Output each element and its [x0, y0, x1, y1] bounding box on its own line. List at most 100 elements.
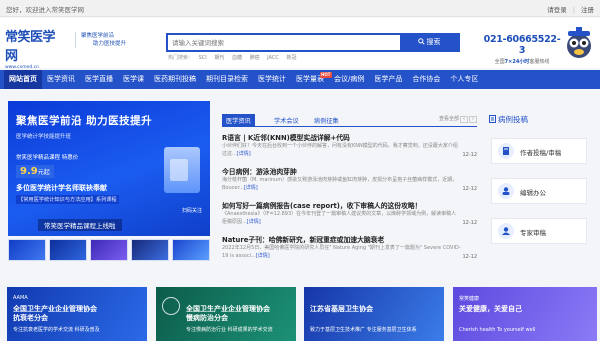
banner-thumbnail[interactable] [49, 239, 87, 261]
top-bar: 您好，欢迎进入常笑医学网 请登录 | 注册 [0, 0, 600, 17]
banner-illustration-detail [170, 159, 188, 181]
hot-term[interactable]: 期刊 [214, 55, 224, 61]
detail-link[interactable]: [详情] [247, 219, 261, 225]
hot-search: 热门搜索： SCI 期刊 血糖 肺癌 JACC 新冠 [168, 54, 302, 61]
banner-line-3: 多位医学统计学名师联袂奉献 [16, 184, 107, 192]
banner-line-4: 【常用医学统计知识与方法应用】系列课程 [16, 195, 119, 204]
hot-search-label: 热门搜索： [168, 55, 194, 61]
news-item[interactable]: R语言 | K近邻(KNN)模型实战详解+代码 小伙伴们好！今天在后台收到一个小… [222, 132, 477, 158]
nav-item-news[interactable]: 医学资讯 [42, 70, 80, 89]
next-arrow-icon[interactable]: › [469, 116, 477, 123]
hot-term[interactable]: 新冠 [286, 55, 296, 61]
news-date: 12-12 [462, 152, 477, 158]
nav-item-statistics[interactable]: 医学统计 [253, 70, 291, 89]
editor-icon [498, 183, 514, 199]
mascot-icon [567, 27, 591, 58]
news-title[interactable]: 如何写好一篇病例报告(case report)，收下审稿人的这份攻略！ [222, 200, 477, 210]
phone-number: 021-60665522-3 [483, 34, 561, 56]
panel-heading: 病例投稿 [489, 114, 528, 125]
association-banner-jiangsu[interactable]: 江苏省基层卫生协会 致力于基层卫生技术推广 专注服务基层卫生体系 [304, 287, 444, 341]
nav-item-associations[interactable]: 合作协会 [407, 70, 445, 89]
hot-term[interactable]: 血糖 [232, 55, 242, 61]
detail-link[interactable]: [详情] [256, 253, 270, 259]
association-banner-chronic-disease[interactable]: 全国卫生产业企业管理协会 慢病防治分会 专注慢病防治行业 科研成果的学术交流 [156, 287, 296, 341]
slogan: 聚焦医学前沿 助力医技提升 [75, 32, 137, 48]
news-title[interactable]: R语言 | K近邻(KNN)模型实战详解+代码 [222, 132, 477, 142]
card-label: 专家审稿 [520, 229, 546, 237]
search-input[interactable] [168, 35, 398, 50]
author-submission-card[interactable]: 作者投稿/审稿 [491, 138, 587, 164]
hot-term[interactable]: 肺癌 [250, 55, 260, 61]
tab-conferences[interactable]: 学术会议 [270, 114, 303, 127]
news-title[interactable]: Nature子刊：哈佛新研究，新冠重症或加速大脑衰老 [222, 234, 477, 244]
news-tabs: 医学资讯 学术会议 病例征集 查看全部 ‹ › [222, 113, 477, 127]
news-item[interactable]: 如何写好一篇病例报告(case report)，收下审稿人的这份攻略！ 《Ana… [222, 200, 477, 226]
main-content: 聚焦医学前沿 助力医技提升 医学统计学技能提升班 常笑医学精品课程 特惠价 9.… [5, 98, 595, 281]
nav-item-conferences[interactable]: 会议/病例 [329, 70, 369, 89]
banner-title: 全国卫生产业企业管理协会 慢病防治分会 [186, 305, 270, 322]
banner-subtitle: 专注慢病防治行业 科研成果的学术交流 [186, 327, 273, 333]
author-icon [498, 143, 514, 159]
slogan-line-1: 聚焦医学前沿 [81, 33, 115, 39]
nav-item-journal-search[interactable]: 期刊目录检索 [201, 70, 253, 89]
hot-term[interactable]: JACC [267, 55, 279, 61]
tab-case-collection[interactable]: 病例征集 [310, 114, 343, 127]
editor-office-card[interactable]: 编辑办公 [491, 178, 587, 204]
promo-banner[interactable]: 聚焦医学前沿 助力医技提升 医学统计学技能提升班 常笑医学精品课程 特惠价 9.… [8, 101, 210, 236]
banner-cta: 常笑医学精品课程 特惠价 [16, 155, 79, 161]
banner-subtitle: Cherish health To yourself well [459, 327, 536, 333]
nav-item-live[interactable]: 医学直播 [80, 70, 118, 89]
news-item[interactable]: Nature子刊：哈佛新研究，新冠重症或加速大脑衰老 2022年12月5日，美国… [222, 234, 477, 260]
banner-mark: AAMA [13, 295, 28, 301]
nav-item-scales[interactable]: 医学量表 HOT [291, 70, 332, 89]
logo-text: 常笑医学网 [5, 30, 56, 64]
association-banner-anti-aging[interactable]: AAMA 全国卫生产业企业管理协会 抗衰老分会 专注抗衰老医学的学术交流 科研及普… [7, 287, 147, 341]
health-banner[interactable]: 常笑健康 关爱健康，关爱自己 Cherish health To yoursel… [453, 287, 597, 341]
welcome-text: 您好，欢迎进入常笑医学网 [6, 6, 84, 14]
slogan-line-2: 助力医技提升 [93, 41, 127, 47]
detail-link[interactable]: [详情] [244, 185, 258, 191]
banner-title: 聚焦医学前沿 助力医技提升 [11, 109, 153, 129]
banner-thumbnail[interactable] [172, 239, 210, 261]
news-panel: 医学资讯 学术会议 病例征集 查看全部 ‹ › R语言 | K近邻(KNN)模型实战… [218, 101, 478, 276]
news-title[interactable]: 今日病例：游泳池肉芽肿 [222, 166, 477, 176]
expert-icon [498, 223, 514, 239]
banner-title: 江苏省基层卫生协会 [310, 305, 373, 313]
nav-item-products[interactable]: 医学产品 [369, 70, 407, 89]
account-links: 请登录 | 注册 [547, 6, 594, 14]
banner-thumbnail[interactable] [8, 239, 46, 261]
banner-title: 全国卫生产业企业管理协会 抗衰老分会 [13, 305, 97, 322]
card-label: 编辑办公 [520, 189, 546, 197]
hot-term[interactable]: SCI [199, 55, 207, 61]
banner-thumbnail[interactable] [90, 239, 128, 261]
search-button[interactable]: 搜索 [400, 35, 458, 50]
nav-item-journal-submission[interactable]: 医药期刊投稿 [149, 70, 201, 89]
view-all-link[interactable]: 查看全部 ‹ › [439, 115, 477, 123]
site-logo[interactable]: 常笑医学网 www.cxmed.cn [5, 26, 65, 70]
search-icon [417, 38, 425, 45]
nav-item-courses[interactable]: 医学课 [118, 70, 149, 89]
news-date: 12-12 [462, 220, 477, 226]
nav-item-home[interactable]: 网站首页 [4, 70, 42, 89]
prev-arrow-icon[interactable]: ‹ [460, 116, 468, 123]
banner-title: 关爱健康，关爱自己 [459, 305, 522, 313]
news-desc: 小伙伴们好！今天在后台收到一个小伙伴的解答，问有没有KNN模型的代码。我才察觉到… [222, 143, 458, 157]
document-icon [489, 115, 496, 123]
login-link[interactable]: 请登录 [547, 6, 567, 14]
tab-medical-news[interactable]: 医学资讯 [222, 114, 255, 127]
register-link[interactable]: 注册 [581, 6, 594, 14]
detail-link[interactable]: [详情] [237, 151, 251, 157]
card-label: 作者投稿/审稿 [520, 149, 562, 157]
news-desc: 《Anaesthesia》（IF=12.893）在今年刊登了一篇审稿人建议类的文… [222, 211, 457, 225]
expert-review-card[interactable]: 专家审稿 [491, 218, 587, 244]
banner-price: 9.9元起 [16, 165, 54, 178]
banner-subtitle: 医学统计学技能提升班 [16, 134, 72, 140]
banner-mark: 常笑健康 [459, 296, 480, 302]
banner-scan-label: 扫码关注 [181, 208, 202, 214]
association-banners: AAMA 全国卫生产业企业管理协会 抗衰老分会 专注抗衰老医学的学术交流 科研及普… [7, 287, 597, 341]
banner-thumbnail[interactable] [131, 239, 169, 261]
service-phone: 021-60665522-3 全国7×24小时客服热线 [482, 34, 562, 65]
site-header: 常笑医学网 www.cxmed.cn 聚焦医学前沿 助力医技提升 搜索 热门搜索… [0, 18, 600, 70]
nav-item-personal[interactable]: 个人专区 [445, 70, 483, 89]
news-item[interactable]: 今日病例：游泳池肉芽肿 海分枝杆菌（M. marinum）感染又称游泳池肉芽肿或… [222, 166, 477, 192]
